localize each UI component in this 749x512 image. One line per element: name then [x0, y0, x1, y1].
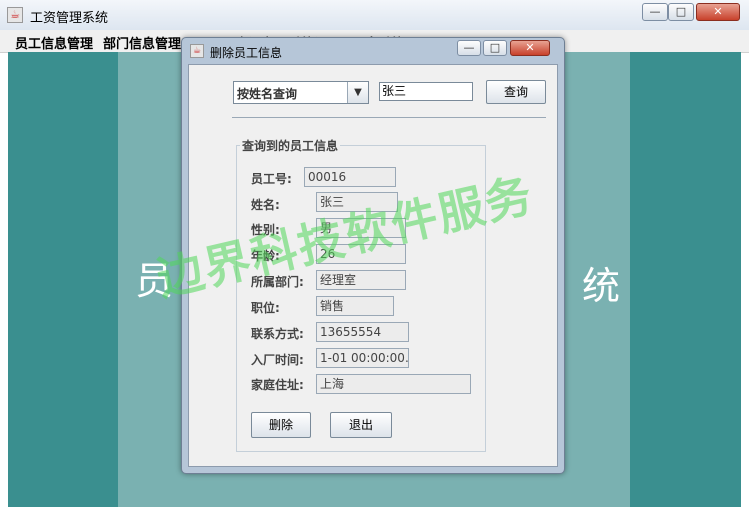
query-button[interactable]: 查询: [486, 80, 546, 104]
name-label: 姓名:: [251, 198, 280, 212]
delete-button[interactable]: 删除: [251, 412, 311, 438]
dialog-minimize-button[interactable]: —: [457, 40, 481, 56]
dialog-title: 删除员工信息: [210, 46, 283, 60]
contact-field[interactable]: 13655554: [316, 322, 409, 342]
search-mode-selected: 按姓名查询: [237, 87, 298, 101]
main-window-title: 工资管理系统: [30, 11, 109, 26]
calligraphy-char-right: 统: [582, 264, 621, 308]
java-app-icon: ☕: [7, 7, 23, 23]
separator: [232, 117, 546, 118]
main-close-button[interactable]: ✕: [696, 3, 740, 21]
position-label: 职位:: [251, 301, 280, 315]
position-field[interactable]: 销售: [316, 296, 394, 316]
department-field[interactable]: 经理室: [316, 270, 406, 290]
search-mode-combobox[interactable]: 按姓名查询 ▼: [233, 81, 369, 104]
dialog-maximize-button[interactable]: □: [483, 40, 507, 56]
hire-date-field[interactable]: 1-01 00:00:00.0: [316, 348, 409, 368]
emp-id-label: 员工号:: [251, 172, 292, 186]
groupbox-title: 查询到的员工信息: [240, 137, 341, 154]
search-name-input[interactable]: 张三: [379, 82, 473, 101]
hire-date-label: 入厂时间:: [251, 353, 304, 367]
address-label: 家庭住址:: [251, 378, 304, 392]
dialog-java-icon: ☕: [190, 44, 204, 58]
menu-department-info[interactable]: 部门信息管理: [103, 33, 181, 52]
dialog-close-button[interactable]: ✕: [510, 40, 550, 56]
menu-employee-info[interactable]: 员工信息管理: [15, 33, 93, 52]
main-titlebar: [0, 0, 749, 31]
main-maximize-button[interactable]: □: [668, 3, 694, 21]
contact-label: 联系方式:: [251, 327, 304, 341]
chevron-down-icon[interactable]: ▼: [347, 82, 368, 103]
exit-button[interactable]: 退出: [330, 412, 392, 438]
emp-id-field[interactable]: 00016: [304, 167, 396, 187]
address-field[interactable]: 上海: [316, 374, 471, 394]
main-minimize-button[interactable]: —: [642, 3, 668, 21]
